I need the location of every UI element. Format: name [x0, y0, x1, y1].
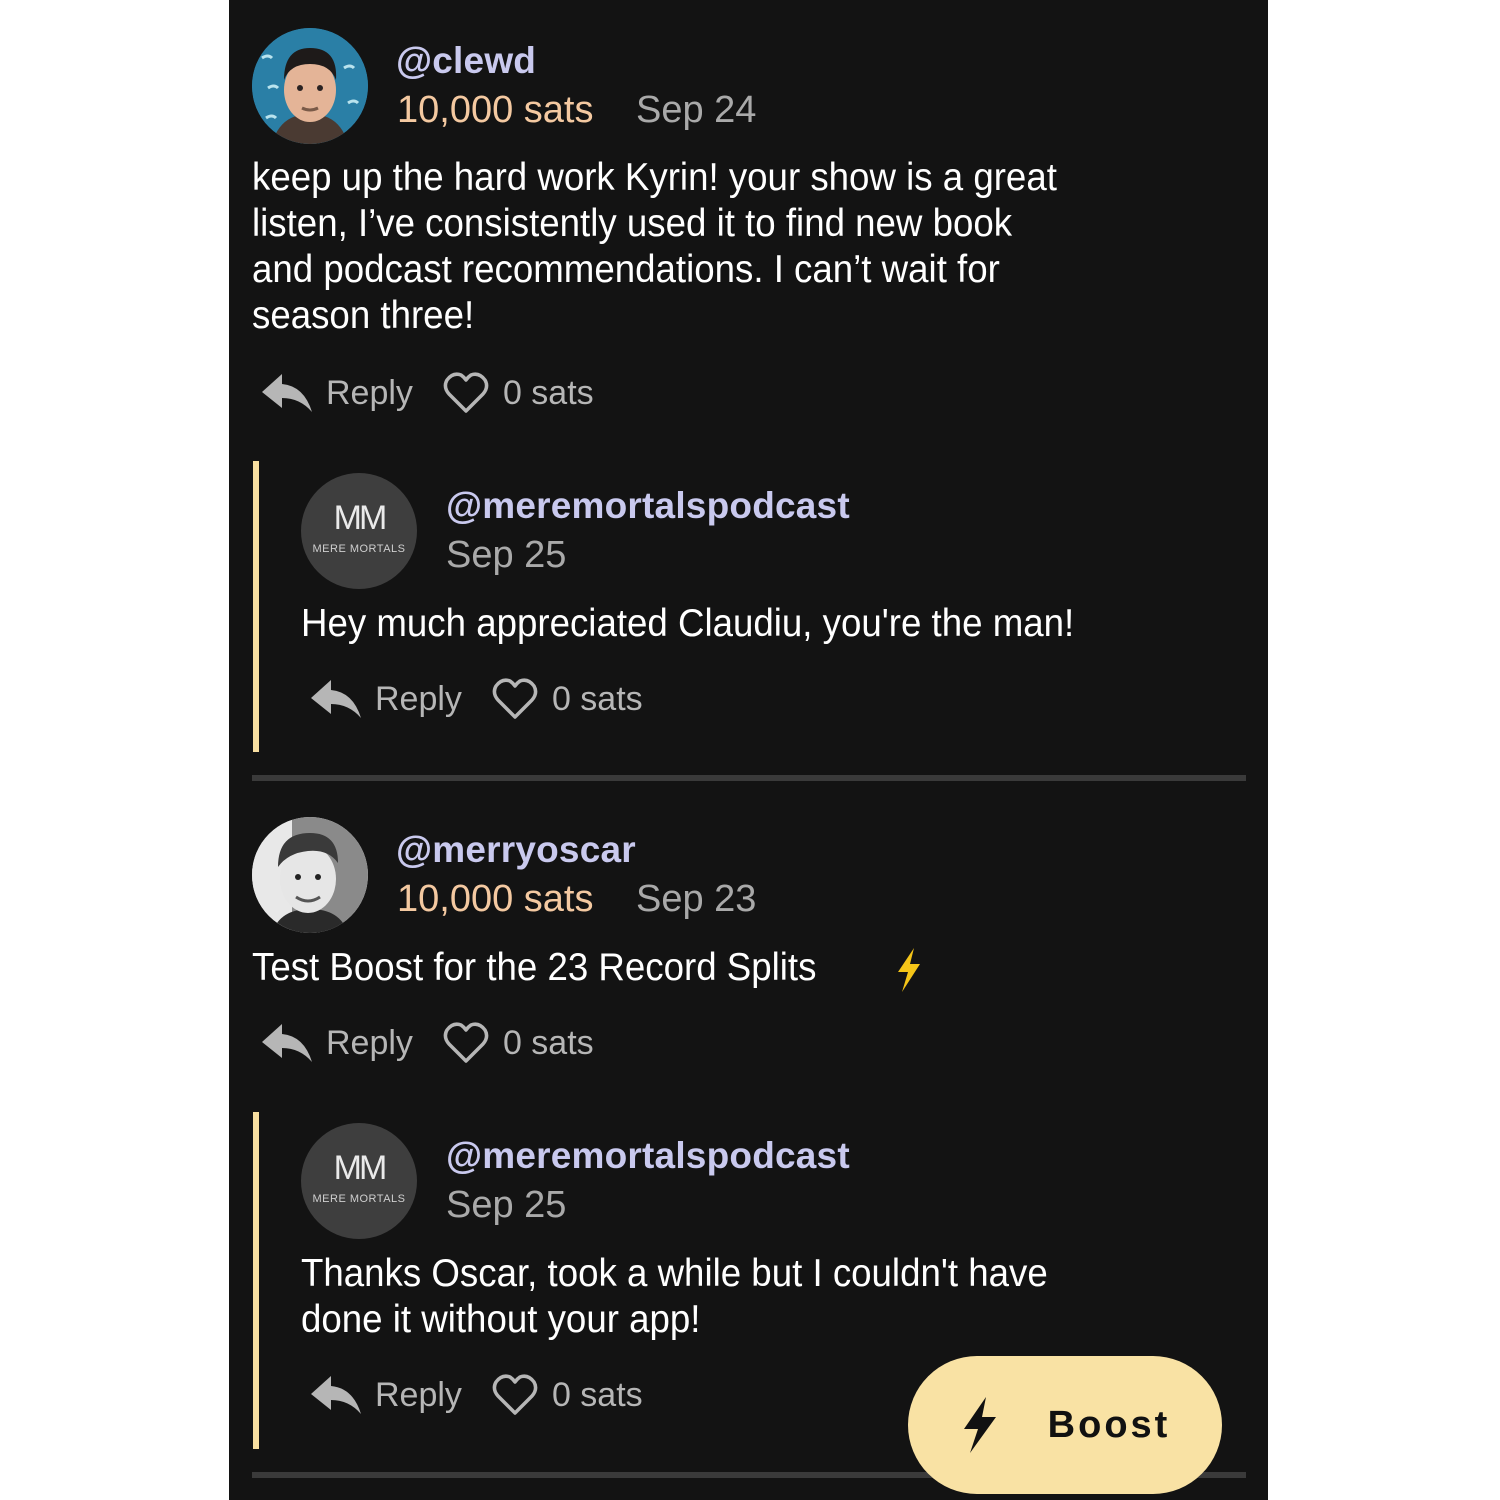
user-avatar-icon: [252, 28, 368, 144]
reply-arrow-icon: [311, 680, 361, 718]
reply-arrow-icon: [262, 1024, 312, 1062]
reply-arrow-icon: [262, 374, 312, 412]
meremortals-avatar[interactable]: MM MERE MORTALS: [301, 473, 417, 589]
user-avatar-icon: [252, 817, 368, 933]
reply-date: Sep 25: [446, 1184, 567, 1226]
like-button[interactable]: 0 sats: [492, 1373, 643, 1417]
reply-actions: Reply 0 sats: [307, 1367, 643, 1423]
heart-icon: [443, 372, 489, 413]
comment-actions: Reply 0 sats: [258, 1015, 594, 1071]
comment-username[interactable]: @merryoscar: [396, 829, 636, 871]
avatar-subtitle: MERE MORTALS: [312, 1193, 406, 1205]
reply-actions: Reply 0 sats: [307, 671, 643, 727]
comment-text: Test Boost for the 23 Record Splits: [252, 946, 817, 989]
heart-icon: [492, 1374, 538, 1415]
like-button[interactable]: 0 sats: [443, 1021, 594, 1065]
merryoscar-avatar[interactable]: [252, 817, 368, 933]
avatar-subtitle: MERE MORTALS: [312, 543, 406, 555]
reply-button[interactable]: Reply: [258, 1020, 443, 1066]
reply-username[interactable]: @meremortalspodcast: [446, 485, 850, 527]
reply-text: Thanks Oscar, took a while but I couldn'…: [301, 1252, 1048, 1341]
lightning-bolt-icon: [963, 1397, 996, 1453]
comment-date: Sep 23: [636, 878, 757, 920]
avatar-initials: MM: [333, 499, 388, 537]
like-button[interactable]: 0 sats: [443, 371, 594, 415]
comment-separator: [252, 775, 1246, 781]
reply-label: Reply: [326, 373, 413, 412]
heart-icon: [443, 1022, 489, 1063]
clewd-avatar[interactable]: [252, 28, 368, 144]
reply-username[interactable]: @meremortalspodcast: [446, 1135, 850, 1177]
comment-date: Sep 24: [636, 89, 757, 131]
thread-indicator: [253, 461, 259, 752]
reply-label: Reply: [375, 1375, 462, 1414]
reply-button[interactable]: Reply: [307, 676, 492, 722]
meremortals-avatar[interactable]: MM MERE MORTALS: [301, 1123, 417, 1239]
like-amount: 0 sats: [502, 1023, 594, 1062]
like-amount: 0 sats: [502, 373, 594, 412]
boost-amount: 10,000 sats: [397, 878, 594, 920]
boost-amount: 10,000 sats: [397, 89, 594, 131]
heart-icon: [492, 678, 538, 719]
lightning-emoji-icon: [898, 948, 920, 992]
avatar-initials: MM: [333, 1149, 388, 1187]
reply-label: Reply: [326, 1023, 413, 1062]
comment-text: keep up the hard work Kyrin! your show i…: [252, 156, 1057, 337]
boost-label: Boost: [1047, 1403, 1171, 1446]
comment-actions: Reply 0 sats: [258, 365, 594, 421]
reply-text: Hey much appreciated Claudiu, you're the…: [301, 602, 1075, 645]
reply-button[interactable]: Reply: [258, 370, 443, 416]
like-amount: 0 sats: [551, 679, 643, 718]
reply-arrow-icon: [311, 1376, 361, 1414]
like-button[interactable]: 0 sats: [492, 677, 643, 721]
comment-username[interactable]: @clewd: [396, 40, 536, 82]
reply-label: Reply: [375, 679, 462, 718]
reply-date: Sep 25: [446, 534, 567, 576]
thread-indicator: [253, 1112, 259, 1449]
like-amount: 0 sats: [551, 1375, 643, 1414]
boost-button[interactable]: Boost: [908, 1356, 1222, 1494]
reply-button[interactable]: Reply: [307, 1372, 492, 1418]
